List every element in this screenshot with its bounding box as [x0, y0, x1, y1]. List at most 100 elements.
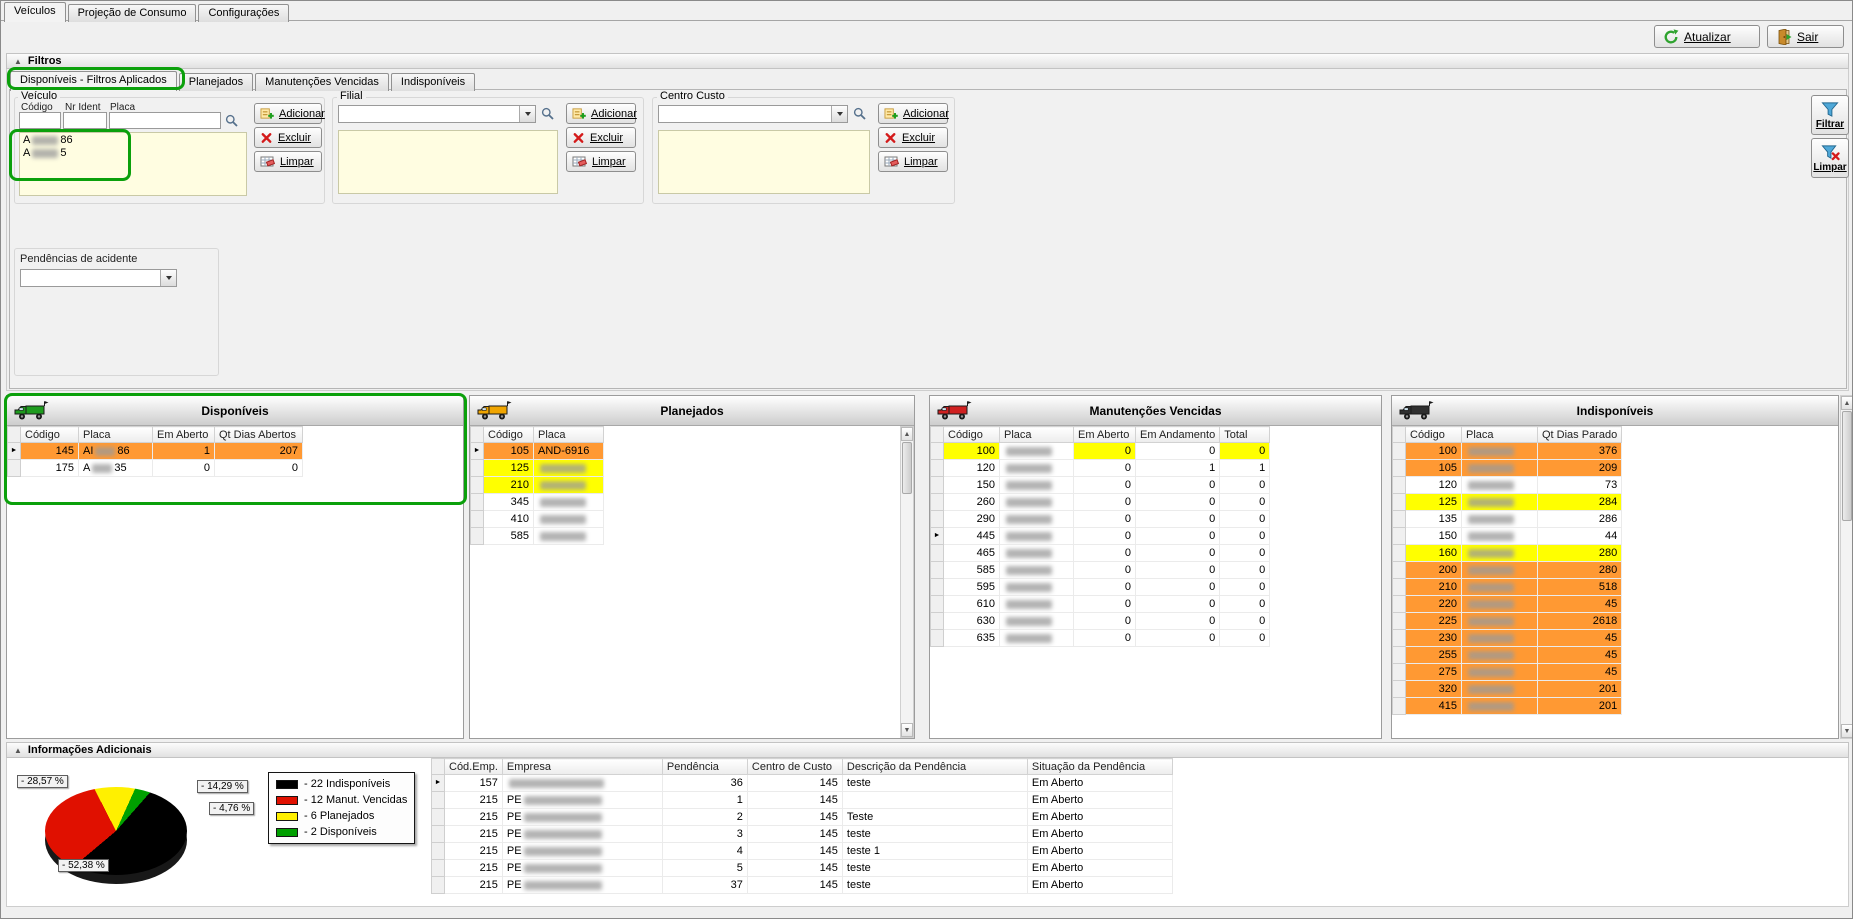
cell[interactable]: 145: [746, 774, 843, 792]
info-section-header[interactable]: ▲ Informações Adicionais: [6, 742, 1849, 758]
filtros-section-header[interactable]: ▲ Filtros: [6, 53, 1849, 69]
cell[interactable]: 150: [1405, 527, 1462, 545]
pendencias-acidente-input[interactable]: [21, 270, 160, 286]
cell[interactable]: 286: [1536, 510, 1623, 528]
cell[interactable]: 0: [1134, 510, 1221, 528]
cell[interactable]: 585: [483, 527, 534, 545]
column-header[interactable]: Código: [20, 426, 79, 443]
cell[interactable]: 275: [1405, 663, 1462, 681]
column-header[interactable]: Situação da Pendência: [1026, 758, 1173, 775]
cell[interactable]: 45: [1536, 629, 1623, 647]
cell[interactable]: 2: [661, 808, 748, 826]
table-row[interactable]: 215 PE 4 145 teste 1 Em Aberto: [431, 842, 1173, 860]
cell[interactable]: 125: [1405, 493, 1462, 511]
cell[interactable]: [999, 476, 1074, 494]
cell[interactable]: [1461, 680, 1538, 698]
planejados-scrollbar[interactable]: ▲ ▼: [900, 426, 914, 738]
cell[interactable]: [1461, 493, 1538, 511]
cell[interactable]: 157: [444, 774, 503, 792]
cell[interactable]: 465: [943, 544, 1000, 562]
cell[interactable]: [999, 595, 1074, 613]
veiculo-excluir-button[interactable]: Excluir: [254, 127, 322, 148]
filial-filter-list[interactable]: [338, 130, 558, 194]
cell[interactable]: A 35: [78, 459, 153, 477]
cell[interactable]: 0: [1134, 561, 1221, 579]
cell[interactable]: teste: [841, 876, 1028, 894]
cell[interactable]: 0: [1073, 476, 1136, 494]
tab-indispon-veis[interactable]: Indisponíveis: [390, 73, 476, 91]
veiculo-search-button[interactable]: [225, 114, 238, 130]
cell[interactable]: 0: [1073, 578, 1136, 596]
cell[interactable]: 45: [1536, 646, 1623, 664]
cell[interactable]: [999, 493, 1074, 511]
cell[interactable]: 0: [1219, 476, 1271, 494]
cell[interactable]: 1: [1134, 459, 1221, 477]
cell[interactable]: 0: [1073, 510, 1136, 528]
cell[interactable]: 1: [661, 791, 748, 809]
filial-combo[interactable]: [338, 105, 536, 123]
cell[interactable]: [1461, 544, 1538, 562]
cell[interactable]: teste: [841, 774, 1028, 792]
placa-input[interactable]: [109, 112, 221, 129]
cell[interactable]: 0: [1073, 612, 1136, 630]
cell[interactable]: teste: [841, 825, 1028, 843]
cell[interactable]: 201: [1536, 697, 1623, 715]
column-header[interactable]: Cód.Emp.: [444, 758, 503, 775]
cell[interactable]: [533, 459, 604, 477]
centro-custo-limpar-button[interactable]: Limpar: [878, 151, 948, 172]
cell[interactable]: 150: [943, 476, 1000, 494]
cell[interactable]: 0: [1134, 612, 1221, 630]
column-header[interactable]: Total: [1219, 426, 1271, 443]
cell[interactable]: 200: [1405, 561, 1462, 579]
table-row[interactable]: 150 0 0 0: [930, 476, 1271, 494]
cell[interactable]: 120: [1405, 476, 1462, 494]
cell[interactable]: 215: [444, 791, 503, 809]
table-row[interactable]: 215 PE 5 145 teste Em Aberto: [431, 859, 1173, 877]
veiculo-adicionar-button[interactable]: Adicionar: [254, 103, 325, 124]
column-header[interactable]: Placa: [999, 426, 1074, 443]
column-header[interactable]: Placa: [78, 426, 153, 443]
cell[interactable]: 0: [1073, 544, 1136, 562]
codigo-input[interactable]: [19, 112, 61, 129]
cell[interactable]: [999, 510, 1074, 528]
cell[interactable]: 635: [943, 629, 1000, 647]
nr-ident-input[interactable]: [63, 112, 107, 129]
table-row[interactable]: ► 105 AND-6916: [470, 442, 604, 460]
cell[interactable]: 0: [1219, 442, 1271, 460]
cell[interactable]: [1461, 612, 1538, 630]
cell[interactable]: 595: [943, 578, 1000, 596]
column-header[interactable]: Descrição da Pendência: [841, 758, 1028, 775]
cell[interactable]: [1461, 476, 1538, 494]
cell[interactable]: 0: [1134, 578, 1221, 596]
column-header[interactable]: Código: [1405, 426, 1462, 443]
cell[interactable]: [999, 544, 1074, 562]
column-header[interactable]: Placa: [533, 426, 604, 443]
centro-custo-dropdown-button[interactable]: [831, 106, 847, 122]
cell[interactable]: [999, 561, 1074, 579]
scroll-thumb[interactable]: [1842, 411, 1852, 521]
column-header[interactable]: Código: [943, 426, 1000, 443]
tab-manuten-es-vencidas[interactable]: Manutenções Vencidas: [255, 73, 389, 91]
cell[interactable]: 145: [746, 842, 843, 860]
cell[interactable]: 105: [1405, 459, 1462, 477]
cell[interactable]: 100: [943, 442, 1000, 460]
cell[interactable]: PE: [501, 808, 663, 826]
centro-custo-combo-input[interactable]: [659, 106, 831, 122]
table-row[interactable]: 345: [470, 493, 604, 511]
cell[interactable]: 160: [1405, 544, 1462, 562]
table-row[interactable]: ► 445 0 0 0: [930, 527, 1271, 545]
cell[interactable]: [533, 510, 604, 528]
table-row[interactable]: 610 0 0 0: [930, 595, 1271, 613]
column-header[interactable]: Pendência: [661, 758, 748, 775]
cell[interactable]: 0: [1219, 544, 1271, 562]
table-row[interactable]: 220 45: [1392, 595, 1623, 613]
scroll-up-button[interactable]: ▲: [901, 427, 913, 441]
cell[interactable]: 0: [1219, 595, 1271, 613]
table-row[interactable]: 125: [470, 459, 604, 477]
cell[interactable]: 0: [214, 459, 303, 477]
table-row[interactable]: 225 2618: [1392, 612, 1623, 630]
column-header[interactable]: Centro de Custo: [746, 758, 843, 775]
table-row[interactable]: 210: [470, 476, 604, 494]
table-row[interactable]: 320 201: [1392, 680, 1623, 698]
cell[interactable]: 145: [746, 808, 843, 826]
